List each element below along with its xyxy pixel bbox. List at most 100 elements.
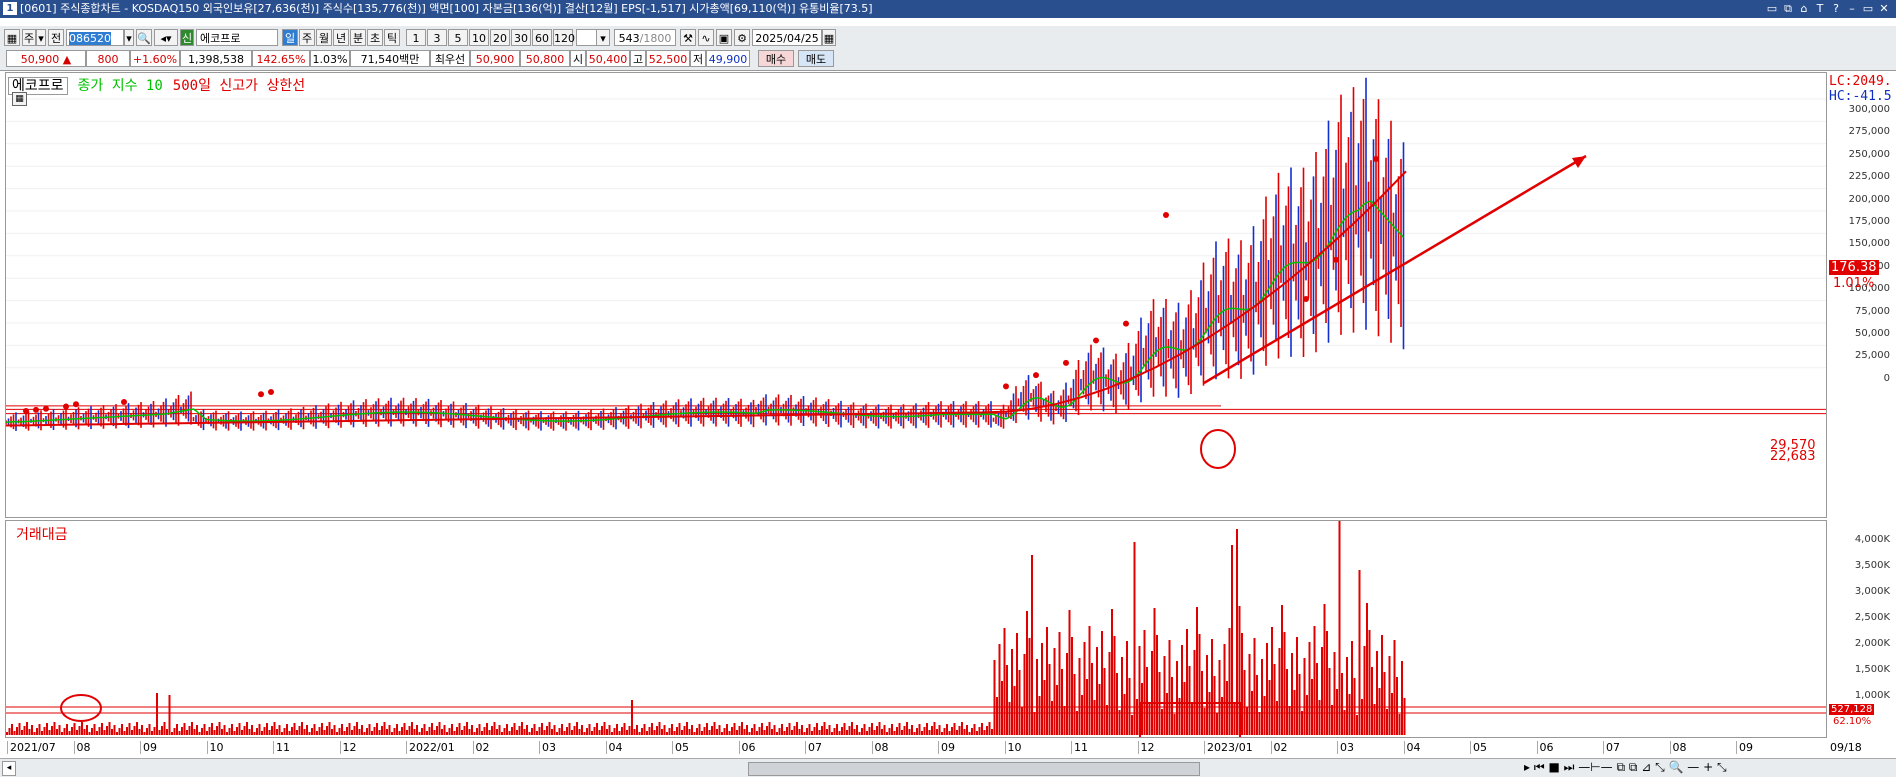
volume-bar: [1128, 678, 1131, 735]
volume-bar: [376, 723, 378, 735]
volume-bar: [1146, 667, 1148, 735]
volume-bar: [1171, 677, 1173, 735]
tab-일[interactable]: 일: [282, 29, 298, 46]
grid-icon[interactable]: ▦: [12, 92, 27, 106]
tab-120[interactable]: 120: [553, 29, 575, 46]
volume-tick: 4,000K: [1854, 534, 1890, 545]
code-input[interactable]: 086520: [66, 29, 124, 46]
search-icon[interactable]: 🔍: [136, 29, 152, 46]
signal-dot: [63, 403, 69, 410]
chevron-down-icon[interactable]: ▾: [596, 29, 610, 46]
window-control-7[interactable]: ✕: [1876, 0, 1892, 18]
scroll-thumb[interactable]: [748, 762, 1200, 776]
volume-bar: [346, 727, 348, 735]
volume-bar: [101, 723, 103, 735]
tab-년[interactable]: 년: [333, 29, 349, 46]
volume-bar: [1273, 664, 1276, 735]
volume-bar: [1341, 673, 1343, 735]
volume-bar: [86, 725, 88, 735]
menu-icon[interactable]: ▦: [4, 29, 20, 46]
volume-bar: [621, 727, 623, 735]
tab-월[interactable]: 월: [316, 29, 332, 46]
gear-icon[interactable]: ⚙: [734, 29, 750, 46]
volume-bar: [301, 722, 303, 735]
tab-5[interactable]: 5: [448, 29, 468, 46]
speaker-icon[interactable]: ◂▾: [154, 29, 178, 46]
window-control-0[interactable]: ▭: [1764, 0, 1780, 18]
tab-1[interactable]: 1: [406, 29, 426, 46]
calendar-icon[interactable]: ▦: [822, 29, 836, 46]
volume-bar: [866, 731, 868, 735]
tab-분[interactable]: 분: [350, 29, 366, 46]
volume-bar: [741, 722, 743, 735]
high: 52,500: [646, 50, 690, 67]
chevron-down-icon[interactable]: ▾: [124, 29, 134, 46]
volume-bar: [568, 723, 571, 735]
sell-button[interactable]: 매도: [798, 50, 834, 67]
buy-button[interactable]: 매수: [758, 50, 794, 67]
window-control-4[interactable]: ?: [1828, 0, 1844, 18]
volume-bar: [711, 726, 713, 735]
volume-bar: [841, 727, 843, 735]
scrollbar[interactable]: ◂ ▸ ⏮ ■ ⏭ —⊢— ⧉ ⧉ ⊿ ⤡ 🔍 — + ⤡: [0, 758, 1896, 777]
volume-bar: [1051, 701, 1053, 735]
volume-bar: [146, 728, 148, 735]
tab-주[interactable]: 주: [299, 29, 315, 46]
date-field[interactable]: 2025/04/25: [752, 29, 822, 46]
volume-chart-pane[interactable]: [5, 516, 1827, 748]
volume-bar: [1296, 637, 1298, 735]
tab-초[interactable]: 초: [367, 29, 383, 46]
volume-bar: [696, 728, 698, 735]
volume-bar: [891, 724, 893, 735]
volume-bar: [468, 729, 471, 735]
volume-bar: [888, 728, 891, 735]
mode-toggle-2[interactable]: 전: [48, 29, 64, 46]
price-tick: 0: [1883, 372, 1890, 384]
tab-10[interactable]: 10: [469, 29, 489, 46]
volume-bar: [1253, 638, 1256, 735]
volume-bar: [716, 729, 718, 735]
volume-bar: [808, 724, 811, 735]
window-control-6[interactable]: ▭: [1860, 0, 1876, 18]
price-chart-pane[interactable]: [5, 72, 1827, 518]
window-control-3[interactable]: T: [1812, 0, 1828, 18]
tab-60[interactable]: 60: [532, 29, 552, 46]
volume-bar: [796, 722, 798, 735]
stock-name-field[interactable]: 에코프로: [196, 29, 278, 46]
volume-bar: [133, 726, 136, 735]
volume-bar: [466, 722, 468, 735]
volume-bar: [951, 727, 953, 735]
save-icon[interactable]: ▣: [716, 29, 732, 46]
window-control-2[interactable]: ⌂: [1796, 0, 1812, 18]
tool-icon-1[interactable]: ⚒: [680, 29, 696, 46]
chevron-down-icon[interactable]: ▾: [36, 29, 46, 46]
tool-icon-2[interactable]: ∿: [698, 29, 714, 46]
tab-30[interactable]: 30: [511, 29, 531, 46]
window-control-1[interactable]: ⧉: [1780, 0, 1796, 18]
volume-bar: [256, 728, 258, 735]
volume-bar: [478, 724, 481, 735]
volume-bar: [938, 725, 941, 735]
volume-bar: [1381, 635, 1383, 735]
volume-bar: [878, 722, 881, 735]
scroll-left-icon[interactable]: ◂: [2, 761, 16, 776]
volume-bar: [863, 724, 866, 735]
volume-bar: [988, 722, 991, 735]
volume-bar: [941, 732, 943, 735]
tab-20[interactable]: 20: [490, 29, 510, 46]
volume-bar: [731, 727, 733, 735]
volume-bar: [773, 725, 776, 735]
count-field[interactable]: 543/1800: [614, 29, 676, 46]
playback-controls[interactable]: ▸ ⏮ ■ ⏭ —⊢— ⧉ ⧉ ⊿ ⤡ 🔍 — + ⤡: [1524, 760, 1727, 775]
tab-3[interactable]: 3: [427, 29, 447, 46]
volume-bar: [963, 729, 966, 735]
mode-toggle-1[interactable]: 주: [22, 29, 36, 46]
window-control-5[interactable]: –: [1844, 0, 1860, 18]
volume-bar: [1001, 681, 1003, 735]
volume-bar: [138, 729, 141, 735]
volume-bar: [366, 728, 368, 735]
volume-bar: [1338, 516, 1341, 735]
tab-틱[interactable]: 틱: [384, 29, 400, 46]
price-tick: 200,000: [1848, 193, 1890, 205]
trend-line: [5, 170, 1407, 427]
